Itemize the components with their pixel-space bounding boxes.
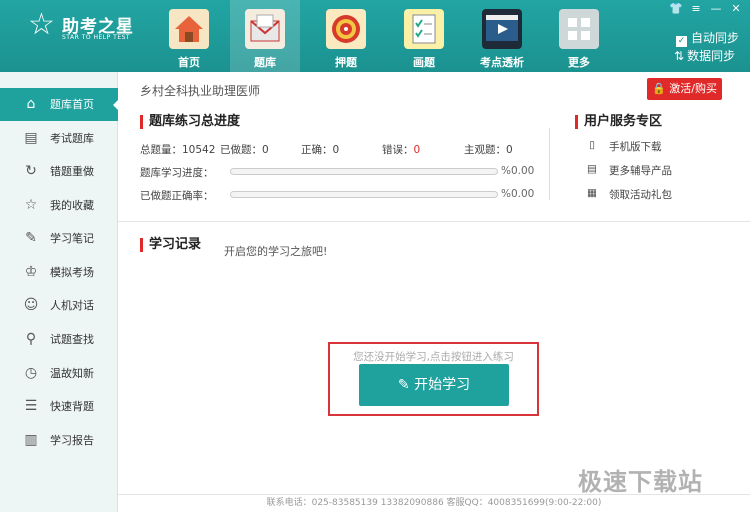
sidebar-item-review[interactable]: ◷ 温故知新 [0,357,118,390]
window-controls: 👕 ≡ — ✕ [666,2,746,18]
sidebar-item-search[interactable]: ⚲ 试题查找 [0,323,118,356]
document-icon: ▤ [24,130,38,146]
start-learning-button[interactable]: ✎ 开始学习 [359,364,509,406]
sidebar-item-quick-memorize[interactable]: ☰ 快速背题 [0,390,118,423]
app-logo: ☆ 助考之星 STAR TO HELP TEST [28,10,148,44]
video-icon [482,9,522,49]
grid-icon [559,9,599,49]
book-icon: ▥ [24,432,38,448]
minimize-icon[interactable]: — [706,2,726,16]
menu-icon[interactable]: ≡ [686,2,706,16]
search-icon: ⚲ [25,331,37,347]
sidebar-item-notes[interactable]: ✎ 学习笔记 [0,222,118,255]
check-icon: ✓ [676,36,687,47]
subject-title: 乡村全科执业助理医师 [140,84,261,98]
home-outline-icon: ⌂ [26,96,36,112]
sidebar: ⌂ 题库首页 ▤ 考试题库 ↻ 错题重做 ☆ 我的收藏 ✎ 学习笔记 ♔ 模拟考场 ☺ 人机对… [0,72,119,512]
graduation-cap-icon: ♔ [24,264,38,280]
data-sync-button[interactable]: ⇅ 数据同步 [674,47,735,64]
sidebar-item-exam-bank[interactable]: ▤ 考试题库 [0,122,118,155]
section-divider [118,221,750,222]
stat-total: 总题量：10542 [140,144,216,156]
start-highlight-box: 您还没开始学习,点击按钮进入练习 ✎ 开始学习 [328,342,539,416]
user-icon: ☺ [23,297,39,313]
checklist-icon [404,9,444,49]
sidebar-item-dialogue[interactable]: ☺ 人机对话 [0,289,118,322]
sidebar-item-bank-home[interactable]: ⌂ 题库首页 [0,88,119,121]
home-icon [169,9,209,49]
study-progress-value: %0.00 [501,165,535,177]
study-progress-label: 题库学习进度： [140,167,214,179]
list-icon: ☰ [24,398,38,414]
nav-home[interactable]: 首页 [154,0,224,72]
star-icon: ☆ [24,197,38,213]
record-section-title: 学习记录 [140,238,201,252]
sync-icon: ⇅ [674,49,685,63]
activate-purchase-button[interactable]: 🔒 激活/购买 [647,78,722,100]
record-hint: 开启您的学习之旅吧! [224,245,328,258]
clock-icon: ◷ [24,365,38,381]
envelope-icon [245,9,285,49]
skin-icon[interactable]: 👕 [666,2,686,16]
stat-subjective: 主观题：0 [464,144,513,156]
refresh-icon: ↻ [25,163,37,179]
edit-icon: ✎ [25,230,37,246]
watermark: 极速下载站 [578,468,703,496]
nav-more[interactable]: 更多 [544,0,614,72]
target-icon [326,9,366,49]
star-logo-icon: ☆ [28,7,55,42]
document-icon: ▤ [587,163,597,175]
close-icon[interactable]: ✕ [726,2,746,16]
accuracy-bar [230,191,498,198]
start-tip: 您还没开始学习,点击按钮进入练习 [353,351,514,363]
nav-draw-questions[interactable]: 画题 [389,0,459,72]
sidebar-item-mock-exam[interactable]: ♔ 模拟考场 [0,256,118,289]
study-progress-bar [230,168,498,175]
nav-question-bank[interactable]: 题库 [230,0,300,72]
top-header: ☆ 助考之星 STAR TO HELP TEST 首页 题库 押题 画题 考点透… [0,0,750,72]
stat-correct: 正确：0 [301,144,340,156]
nav-predict[interactable]: 押题 [311,0,381,72]
vertical-divider [549,128,550,200]
accuracy-label: 已做题正确率： [140,190,214,202]
pencil-icon: ✎ [397,377,410,393]
stat-wrong: 错误：0 [382,144,421,156]
service-section-title: 用户服务专区 [575,115,662,129]
progress-section-title: 题库练习总进度 [140,115,240,129]
accuracy-value: %0.00 [501,188,535,200]
lock-icon: 🔒 [652,82,666,95]
sidebar-item-favorites[interactable]: ☆ 我的收藏 [0,189,118,222]
phone-icon: ▯ [589,139,595,151]
logo-subtitle: STAR TO HELP TEST [62,34,131,41]
main-content: 乡村全科执业助理医师 🔒 激活/购买 题库练习总进度 总题量：10542 已做题… [118,72,750,512]
sidebar-item-report[interactable]: ▥ 学习报告 [0,424,118,457]
auto-sync-checkbox[interactable]: ✓ 自动同步 [676,29,739,47]
sidebar-item-redo-errors[interactable]: ↻ 错题重做 [0,155,118,188]
stat-done: 已做题：0 [220,144,269,156]
nav-key-points[interactable]: 考点透析 [467,0,537,72]
gift-icon: ▦ [587,187,597,199]
